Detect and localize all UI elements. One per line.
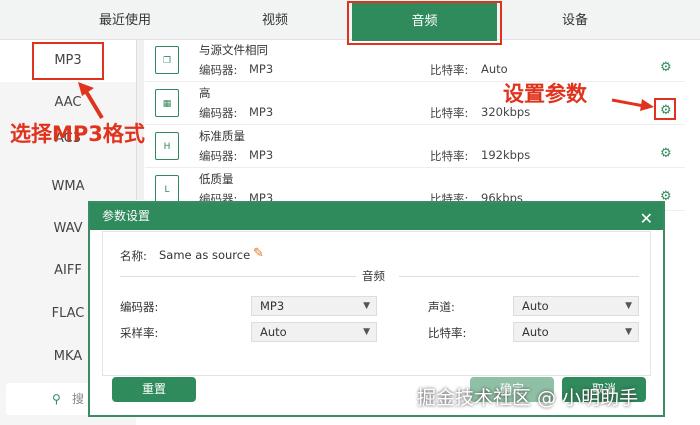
search-label: 搜 [72,392,85,406]
bitrate-select-value: Auto [522,325,549,339]
gear-icon[interactable]: ⚙ [660,60,672,75]
samplerate-select-value: Auto [260,325,287,339]
dialog-body: 名称: Same as source ✎ 音频 编码器: MP3 ▼ 声道: A… [102,231,651,376]
encoder-value: MP3 [249,62,274,76]
chevron-down-icon: ▼ [625,301,632,311]
reset-button[interactable]: 重置 [112,377,196,402]
tab-video[interactable]: 视频 [210,0,340,40]
encoder-value: MP3 [249,105,274,119]
highlight-audio-tab [347,1,502,45]
search-icon: ⚲ [52,392,61,406]
preset-name: 与源文件相同 [199,43,268,57]
encoder-label: 编码器: [120,300,159,314]
samplerate-select[interactable]: Auto ▼ [251,322,377,342]
bitrate-label: 比特率: [428,326,467,340]
bitrate-label: 比特率: [430,106,469,120]
encoder-value: MP3 [249,148,274,162]
channel-select[interactable]: Auto ▼ [513,296,639,316]
preset-name: 标准质量 [199,129,245,143]
highlight-mp3 [32,42,104,80]
watermark: 掘金技术社区 @ 小明助手 [417,387,639,409]
encoder-label: 编码器: [199,106,238,120]
arrow-icon [78,82,104,120]
preset-row[interactable]: ▦ 高 编码器: MP3 比特率: 320kbps ⚙ [145,83,685,125]
arrow-icon [611,98,654,111]
name-label: 名称: [120,249,147,263]
grid-icon: ▦ [155,89,179,117]
preset-row[interactable]: ❐ 与源文件相同 编码器: MP3 比特率: Auto ⚙ [145,40,685,82]
tab-recent[interactable]: 最近使用 [60,0,190,40]
copy-icon: ❐ [155,46,179,74]
section-title: 音频 [362,269,385,283]
dialog-header: 参数设置 ✕ [90,203,663,230]
format-search[interactable]: ⚲ 搜 [6,383,92,415]
gear-icon[interactable]: ⚙ [660,146,672,161]
bitrate-label: 比特率: [430,149,469,163]
bitrate-select[interactable]: Auto ▼ [513,322,639,342]
tab-device[interactable]: 设备 [510,0,640,40]
encoder-select[interactable]: MP3 ▼ [251,296,377,316]
preset-name: 低质量 [199,172,234,186]
name-value[interactable]: Same as source [159,248,250,262]
samplerate-label: 采样率: [120,326,159,340]
encoder-label: 编码器: [199,149,238,163]
edit-icon[interactable]: ✎ [253,246,264,261]
quality-l-icon: L [155,175,179,203]
preset-row[interactable]: H 标准质量 编码器: MP3 比特率: 192kbps ⚙ [145,126,685,168]
divider [120,276,356,277]
close-icon[interactable]: ✕ [640,205,653,232]
bitrate-value: 192kbps [481,148,531,162]
divider [399,276,639,277]
quality-h-icon: H [155,132,179,160]
highlight-gear [654,98,676,120]
chevron-down-icon: ▼ [363,301,370,311]
chevron-down-icon: ▼ [625,327,632,337]
dialog-title: 参数设置 [102,209,151,223]
encoder-label: 编码器: [199,63,238,77]
annotation-select-format: 选择MP3格式 [10,122,145,146]
annotation-set-params: 设置参数 [503,82,587,106]
preset-name: 高 [199,86,211,100]
chevron-down-icon: ▼ [363,327,370,337]
channel-select-value: Auto [522,299,549,313]
bitrate-label: 比特率: [430,63,469,77]
bitrate-value: Auto [481,62,508,76]
encoder-select-value: MP3 [260,299,285,313]
channel-label: 声道: [428,300,455,314]
